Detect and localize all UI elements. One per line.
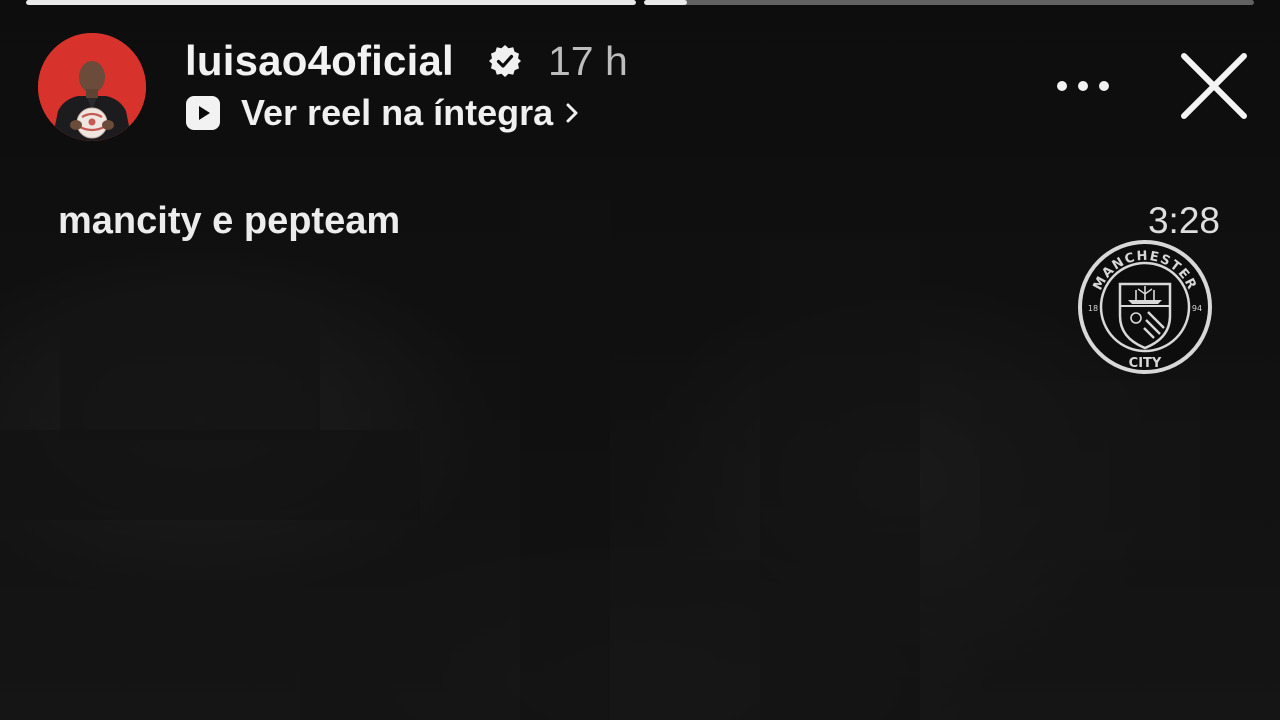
manchester-city-crest-icon: MANCHESTER CITY 18 94 xyxy=(1078,240,1212,374)
avatar-image xyxy=(38,33,146,141)
reel-play-icon xyxy=(186,96,220,130)
close-x-icon[interactable] xyxy=(1178,50,1250,122)
reel-link-label: Ver reel na íntegra xyxy=(241,92,554,133)
avatar[interactable] xyxy=(38,33,146,141)
more-dots-icon[interactable] xyxy=(1050,66,1116,106)
verified-badge-icon xyxy=(489,45,521,77)
crest-bottom-text: CITY xyxy=(1129,356,1162,371)
progress-segment-fill xyxy=(644,0,687,5)
story-viewer[interactable]: luisao4oficial 17 h Ver reel na íntegra … xyxy=(0,0,1280,720)
story-caption: mancity e pepteam xyxy=(58,200,401,242)
crest-year-left: 18 xyxy=(1088,304,1098,313)
progress-segment xyxy=(644,0,1254,5)
post-time: 17 h xyxy=(548,38,628,84)
story-progress-bar xyxy=(26,0,1254,7)
progress-segment xyxy=(26,0,636,5)
crest-year-right: 94 xyxy=(1192,304,1202,313)
progress-segment-fill xyxy=(26,0,636,5)
view-full-reel-link[interactable]: Ver reel na íntegra xyxy=(185,88,581,138)
chevron-right-icon xyxy=(566,103,578,123)
username[interactable]: luisao4oficial xyxy=(185,36,454,86)
